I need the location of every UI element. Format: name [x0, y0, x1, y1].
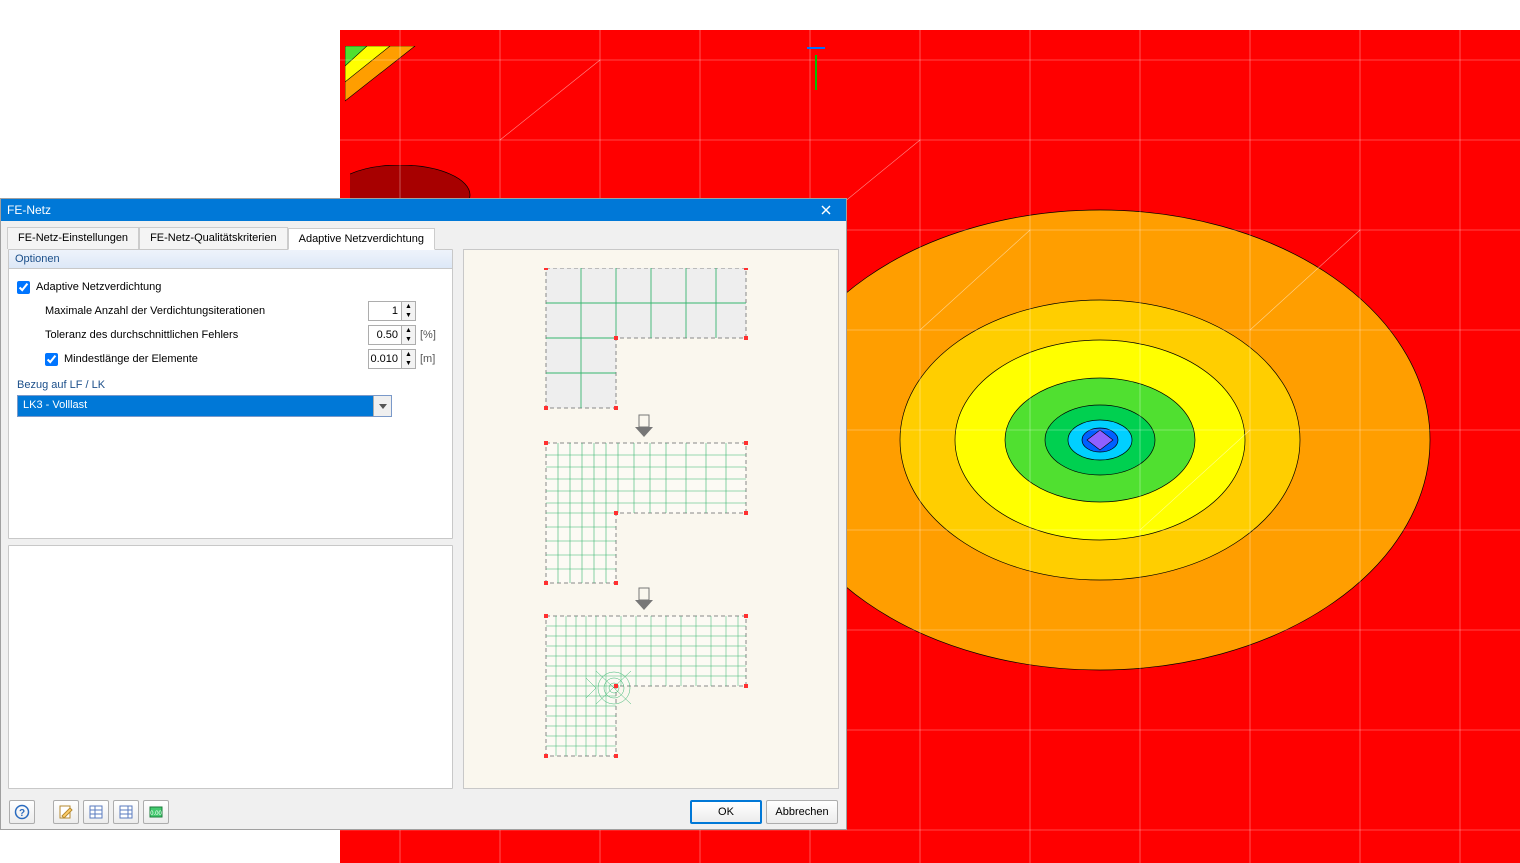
max-iter-spinner[interactable]: ▲ ▼: [368, 301, 416, 321]
format-button[interactable]: 0.00: [143, 800, 169, 824]
spinner-up-icon[interactable]: ▲: [402, 350, 415, 359]
options-panel: Optionen Adaptive Netzverdichtung Maxima…: [8, 249, 453, 539]
max-iter-input[interactable]: [369, 302, 401, 320]
top-marker-icon: [815, 55, 817, 90]
close-button[interactable]: [806, 199, 846, 221]
format-icon: 0.00: [148, 804, 164, 820]
combo-dropdown-button[interactable]: [373, 396, 391, 416]
edit-icon: [58, 804, 74, 820]
spinner-down-icon[interactable]: ▼: [402, 359, 415, 368]
tol-input[interactable]: [369, 326, 401, 344]
spinner-up-icon[interactable]: ▲: [402, 302, 415, 311]
tab-fe-settings[interactable]: FE-Netz-Einstellungen: [7, 227, 139, 249]
tol-unit: [%]: [420, 329, 444, 341]
lower-empty-panel: [8, 545, 453, 789]
table-button-1[interactable]: [83, 800, 109, 824]
spinner-up-icon[interactable]: ▲: [402, 326, 415, 335]
minlen-spinner[interactable]: ▲ ▼: [368, 349, 416, 369]
help-button[interactable]: ?: [9, 800, 35, 824]
svg-text:0.00: 0.00: [150, 811, 162, 817]
table-button-2[interactable]: [113, 800, 139, 824]
minlen-checkbox[interactable]: [45, 353, 58, 366]
edit-button[interactable]: [53, 800, 79, 824]
spinner-down-icon[interactable]: ▼: [402, 335, 415, 344]
tol-spinner[interactable]: ▲ ▼: [368, 325, 416, 345]
mesh-refinement-preview: [531, 268, 771, 758]
close-icon: [821, 205, 831, 215]
table-icon: [118, 804, 134, 820]
ref-combo-value: LK3 - Volllast: [18, 396, 373, 416]
svg-text:?: ?: [19, 808, 25, 819]
ref-section-label: Bezug auf LF / LK: [17, 379, 444, 391]
spinner-down-icon[interactable]: ▼: [402, 311, 415, 320]
ok-button[interactable]: OK: [690, 800, 762, 824]
fe-netz-dialog: FE-Netz FE-Netz-Einstellungen FE-Netz-Qu…: [0, 198, 847, 830]
table-icon: [88, 804, 104, 820]
dialog-footer: ? 0.00 OK Abbrechen: [1, 795, 846, 829]
minlen-checkbox-label: Mindestlänge der Elemente: [64, 353, 198, 365]
options-panel-header: Optionen: [9, 250, 452, 269]
max-iter-label: Maximale Anzahl der Verdichtungsiteratio…: [45, 305, 265, 317]
minlen-input[interactable]: [369, 350, 401, 368]
options-pane: Optionen Adaptive Netzverdichtung Maxima…: [8, 249, 453, 789]
tab-fe-quality[interactable]: FE-Netz-Qualitätskriterien: [139, 227, 288, 249]
tab-bar: FE-Netz-Einstellungen FE-Netz-Qualitätsk…: [1, 221, 846, 249]
minlen-unit: [m]: [420, 353, 444, 365]
tol-label: Toleranz des durchschnittlichen Fehlers: [45, 329, 238, 341]
dialog-title: FE-Netz: [7, 203, 51, 217]
ref-combo[interactable]: LK3 - Volllast: [17, 395, 392, 417]
chevron-down-icon: [379, 404, 387, 409]
preview-pane: [463, 249, 839, 789]
help-icon: ?: [14, 804, 30, 820]
dialog-titlebar[interactable]: FE-Netz: [1, 199, 846, 221]
tab-adaptive[interactable]: Adaptive Netzverdichtung: [288, 228, 435, 250]
adaptive-checkbox-label: Adaptive Netzverdichtung: [36, 281, 161, 293]
cancel-button[interactable]: Abbrechen: [766, 800, 838, 824]
adaptive-checkbox[interactable]: [17, 281, 30, 294]
